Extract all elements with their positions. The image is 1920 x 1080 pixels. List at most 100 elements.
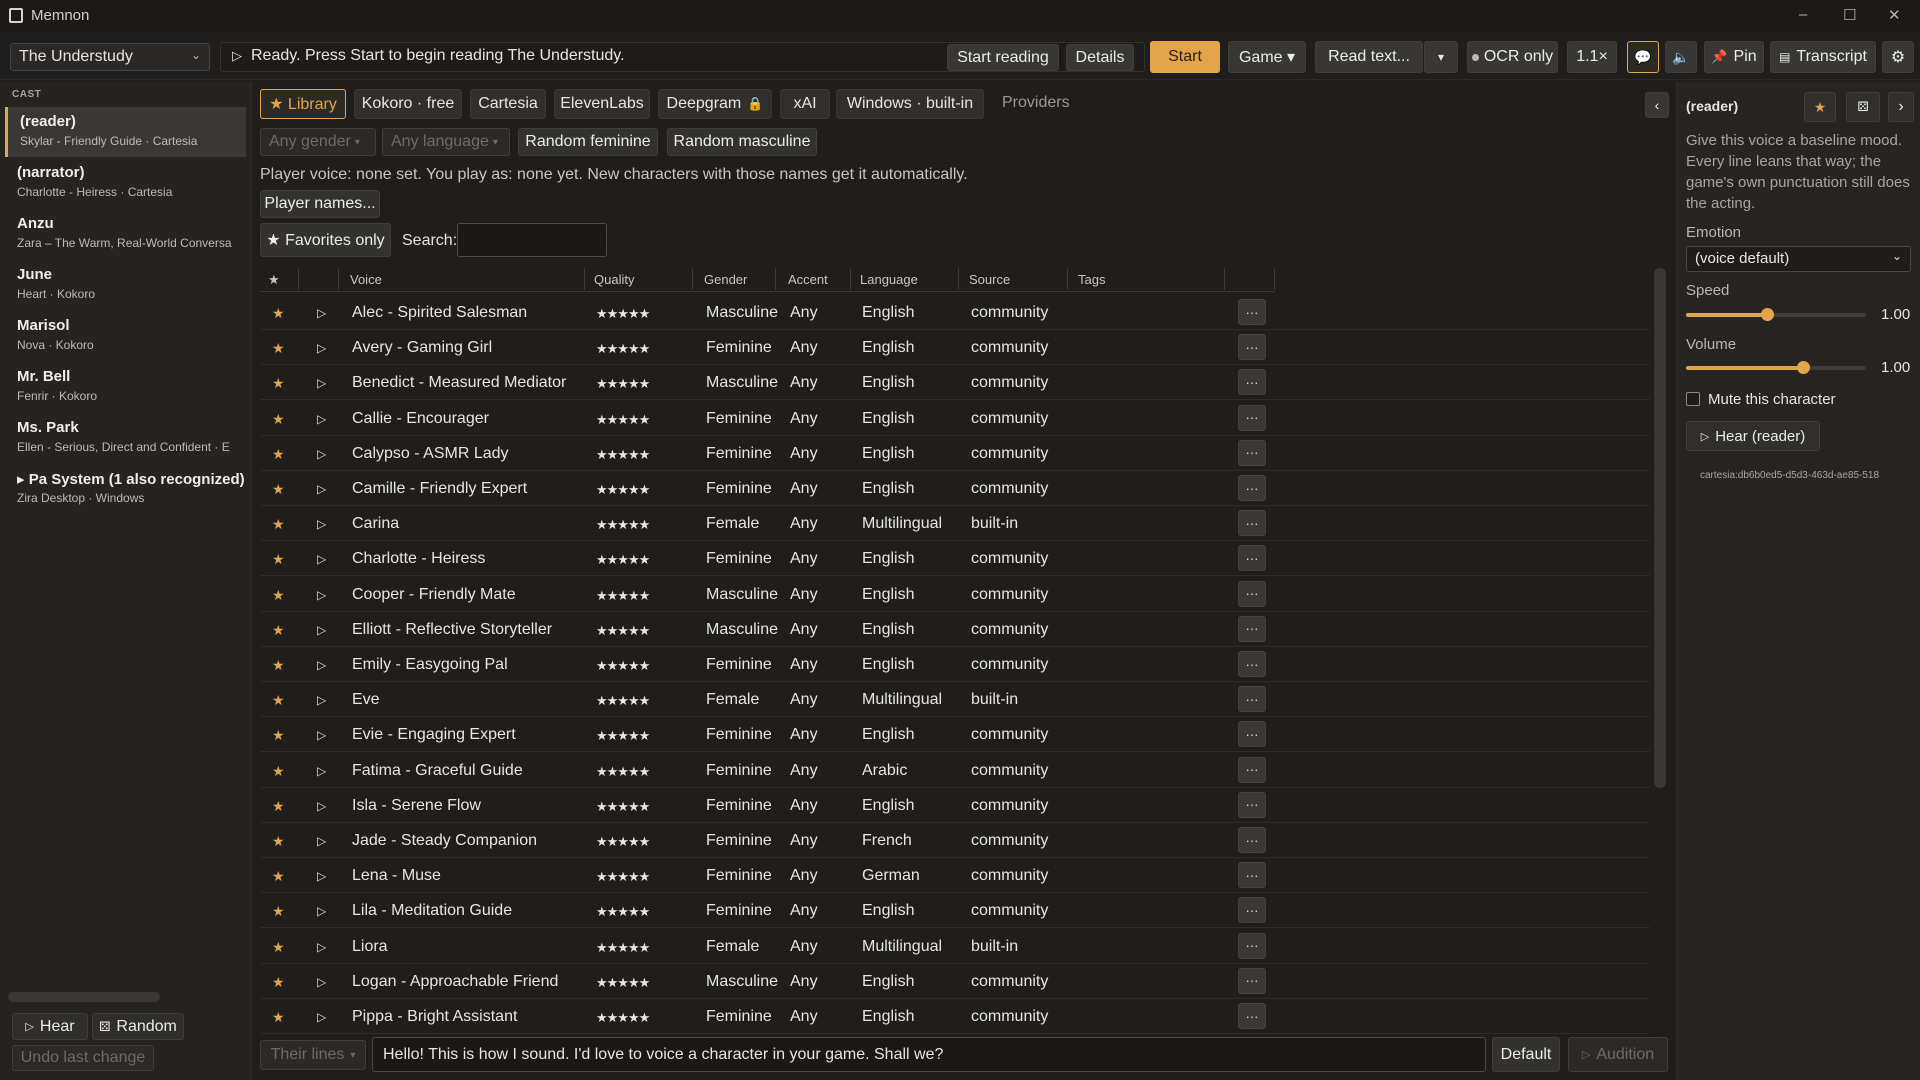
hear-button[interactable]: ▷ Hear <box>12 1013 88 1040</box>
favorite-star-icon[interactable]: ★ <box>272 622 285 639</box>
favorite-star-icon[interactable]: ★ <box>272 657 285 674</box>
favorite-star-icon[interactable]: ★ <box>272 974 285 991</box>
table-row[interactable]: ★ ▷ Carina ★★★★★ Female Any Multilingual built-… <box>260 506 1650 542</box>
emotion-select[interactable]: (voice default) ⌄ <box>1686 246 1911 272</box>
settings-button[interactable]: ⚙ <box>1882 41 1914 73</box>
table-row[interactable]: ★ ▷ Calypso - ASMR Lady ★★★★★ Feminine Any Eng… <box>260 436 1650 471</box>
favorite-star-icon[interactable]: ★ <box>272 868 285 885</box>
details-button[interactable]: Details <box>1066 44 1134 71</box>
cast-scrollbar[interactable] <box>8 992 160 1002</box>
search-input[interactable] <box>457 223 607 257</box>
table-row[interactable]: ★ ▷ Lena - Muse ★★★★★ Feminine Any German commu… <box>260 858 1650 894</box>
cast-item-reader[interactable]: (reader) Skylar - Friendly Guide · Carte… <box>5 107 246 157</box>
transcript-button[interactable]: ▤ Transcript <box>1770 41 1876 73</box>
table-row[interactable]: ★ ▷ Isla - Serene Flow ★★★★★ Feminine Any Engl… <box>260 788 1650 823</box>
play-icon[interactable]: ▷ <box>317 376 326 390</box>
play-icon[interactable]: ▷ <box>317 940 326 954</box>
table-row[interactable]: ★ ▷ Camille - Friendly Expert ★★★★★ Feminine… <box>260 471 1650 506</box>
more-options-button[interactable]: ··· <box>1238 651 1266 677</box>
player-names-button[interactable]: Player names... <box>260 190 380 218</box>
collapse-right-button[interactable]: › <box>1888 92 1914 122</box>
close-button[interactable]: ✕ <box>1888 6 1901 24</box>
speed-slider-handle[interactable] <box>1761 308 1774 321</box>
table-row[interactable]: ★ ▷ Alec - Spirited Salesman ★★★★★ Masculine… <box>260 295 1650 330</box>
column-header-gender[interactable]: Gender <box>704 272 747 287</box>
random-feminine-button[interactable]: Random feminine <box>518 128 658 156</box>
volume-slider-handle[interactable] <box>1797 361 1810 374</box>
play-icon[interactable]: ▷ <box>317 517 326 531</box>
more-options-button[interactable]: ··· <box>1238 580 1266 607</box>
column-header-voice[interactable]: Voice <box>350 272 382 287</box>
favorite-star-icon[interactable]: ★ <box>272 481 285 498</box>
tab-elevenlabs[interactable]: ElevenLabs <box>554 89 650 119</box>
play-icon[interactable]: ▷ <box>317 588 326 602</box>
language-filter[interactable]: Any language ▾ <box>382 128 510 156</box>
play-icon[interactable]: ▷ <box>317 834 326 848</box>
favorite-star-icon[interactable]: ★ <box>272 587 285 604</box>
play-icon[interactable]: ▷ <box>317 552 326 566</box>
favorite-star-icon[interactable]: ★ <box>272 305 285 322</box>
volume-button[interactable]: 🔈 <box>1665 41 1697 73</box>
hear-reader-button[interactable]: ▷ Hear (reader) <box>1686 421 1820 451</box>
mute-checkbox[interactable] <box>1686 392 1700 406</box>
tab-kokoro[interactable]: Kokoro · free <box>354 89 462 119</box>
favorite-star-icon[interactable]: ★ <box>272 446 285 463</box>
favorite-star-icon[interactable]: ★ <box>272 375 285 392</box>
column-header-quality[interactable]: Quality <box>594 272 634 287</box>
more-options-button[interactable]: ··· <box>1238 475 1266 501</box>
more-options-button[interactable]: ··· <box>1238 299 1266 325</box>
play-icon[interactable]: ▷ <box>317 306 326 320</box>
favorites-only-toggle[interactable]: ★ Favorites only <box>260 223 391 257</box>
providers-label[interactable]: Providers <box>1002 94 1070 112</box>
more-options-button[interactable]: ··· <box>1238 791 1266 818</box>
play-icon[interactable]: ▷ <box>317 1010 326 1024</box>
more-options-button[interactable]: ··· <box>1238 897 1266 924</box>
favorite-star-icon[interactable]: ★ <box>272 340 285 357</box>
more-options-button[interactable]: ··· <box>1238 334 1266 361</box>
table-row[interactable]: ★ ▷ Fatima - Graceful Guide ★★★★★ Feminine An… <box>260 753 1650 788</box>
favorite-star-icon[interactable]: ★ <box>272 833 285 850</box>
table-row[interactable]: ★ ▷ Pippa - Bright Assistant ★★★★★ Feminine A… <box>260 999 1650 1034</box>
favorite-star-icon[interactable]: ★ <box>272 1009 285 1026</box>
tab-deepgram[interactable]: Deepgram 🔒 <box>658 89 772 119</box>
speech-bubble-toggle[interactable]: 💬 <box>1627 41 1659 73</box>
table-row[interactable]: ★ ▷ Emily - Easygoing Pal ★★★★★ Feminine Any E… <box>260 647 1650 682</box>
sample-text-input[interactable] <box>372 1037 1486 1072</box>
column-header-tags[interactable]: Tags <box>1078 272 1105 287</box>
favorite-star-icon[interactable]: ★ <box>272 903 285 920</box>
more-options-button[interactable]: ··· <box>1238 510 1266 537</box>
table-row[interactable]: ★ ▷ Benedict - Measured Mediator ★★★★★ Mascu… <box>260 365 1650 401</box>
their-lines-select[interactable]: Their lines ▾ <box>260 1040 366 1070</box>
column-header-source[interactable]: Source <box>969 272 1010 287</box>
table-row[interactable]: ★ ▷ Charlotte - Heiress ★★★★★ Feminine Any Eng… <box>260 541 1650 577</box>
play-icon[interactable]: ▷ <box>317 764 326 778</box>
tab-cartesia[interactable]: Cartesia <box>470 89 546 119</box>
more-options-button[interactable]: ··· <box>1238 369 1266 396</box>
play-icon[interactable]: ▷ <box>317 728 326 742</box>
favorite-star-icon[interactable]: ★ <box>272 516 285 533</box>
favorite-star-icon[interactable]: ★ <box>272 798 285 815</box>
game-select[interactable]: The Understudy ⌄ <box>10 43 210 71</box>
more-options-button[interactable]: ··· <box>1238 1003 1266 1029</box>
cast-item-june[interactable]: June Heart · Kokoro <box>5 260 246 310</box>
favorite-star-icon[interactable]: ★ <box>272 763 285 780</box>
more-options-button[interactable]: ··· <box>1238 615 1266 642</box>
table-scrollbar[interactable] <box>1654 268 1666 788</box>
maximize-button[interactable]: ☐ <box>1843 6 1856 24</box>
column-header-accent[interactable]: Accent <box>788 272 828 287</box>
tab-xai[interactable]: xAI <box>780 89 830 119</box>
table-row[interactable]: ★ ▷ Lila - Meditation Guide ★★★★★ Feminine An… <box>260 893 1650 929</box>
speed-button[interactable]: 1.1× <box>1567 41 1617 73</box>
cast-item-pa-system[interactable]: ▸ Pa System (1 also recognized) Zira Des… <box>5 464 246 514</box>
volume-slider[interactable] <box>1686 361 1866 374</box>
more-options-button[interactable]: ··· <box>1238 545 1266 572</box>
random-masculine-button[interactable]: Random masculine <box>667 128 817 156</box>
table-row[interactable]: ★ ▷ Liora ★★★★★ Female Any Multilingual built-i… <box>260 929 1650 964</box>
minimize-button[interactable]: – <box>1799 6 1807 23</box>
default-button[interactable]: Default <box>1492 1037 1560 1072</box>
more-options-button[interactable]: ··· <box>1238 439 1266 466</box>
tab-library[interactable]: ★ Library <box>260 89 346 119</box>
play-icon[interactable]: ▷ <box>317 693 326 707</box>
table-row[interactable]: ★ ▷ Cooper - Friendly Mate ★★★★★ Masculine An… <box>260 577 1650 612</box>
start-reading-button[interactable]: Start reading <box>947 44 1059 71</box>
